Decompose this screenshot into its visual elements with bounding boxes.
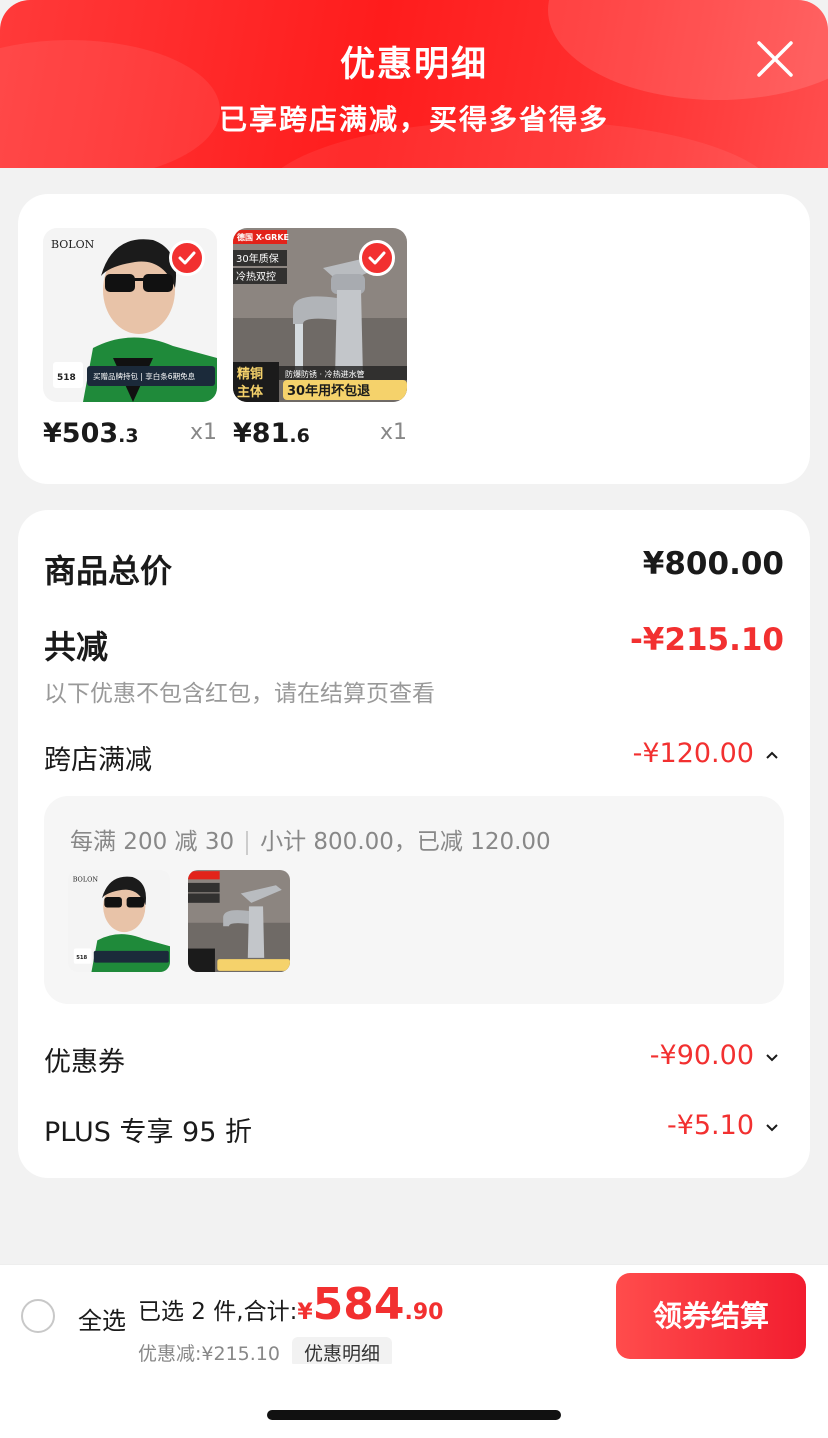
product-item[interactable]: BOLON 518 买赠品牌持包 | 享白条6期免息 ¥503.3 x1	[43, 228, 217, 449]
svg-text:防爆防锈 · 冷热进水管: 防爆防锈 · 冷热进水管	[285, 369, 365, 379]
svg-text:30年用坏包退: 30年用坏包退	[287, 383, 370, 399]
cross-store-rule: 每满 200 减 30 小计 800.00，已减 120.00	[70, 829, 551, 855]
selected-products-card: BOLON 518 买赠品牌持包 | 享白条6期免息 ¥503.3 x1 德国 …	[18, 194, 810, 484]
selected-check-icon	[169, 240, 205, 276]
mini-product-image-faucet[interactable]	[188, 870, 290, 972]
svg-text:德国 X-GRKE: 德国 X-GRKE	[237, 232, 289, 242]
product-price: ¥81.6	[233, 418, 310, 449]
discount-summary-card: 商品总价 ¥800.00 共减 -¥215.10 以下优惠不包含红包，请在结算页…	[18, 510, 810, 1178]
chevron-down-icon	[766, 1123, 778, 1131]
plus-discount-label: PLUS 专享 95 折	[44, 1117, 252, 1148]
product-price: ¥503.3	[43, 418, 139, 449]
page-subtitle: 已享跨店满减，买得多省得多	[218, 103, 609, 136]
product-image-faucet[interactable]: 德国 X-GRKE 30年质保 冷热双控 精铜 主体 防爆防锈 · 冷热进水管 …	[233, 228, 407, 402]
coupon-toggle[interactable]: -¥90.00	[650, 1040, 780, 1071]
select-all-label[interactable]: 全选	[78, 1301, 126, 1336]
home-indicator-area	[0, 1364, 828, 1438]
checkout-bar: 全选 已选 2 件,合计:¥584.90 优惠减:¥215.10 优惠明细 领券结…	[0, 1264, 828, 1368]
svg-text:买赠品牌持包 | 享白条6期免息: 买赠品牌持包 | 享白条6期免息	[93, 371, 196, 381]
svg-text:30年质保: 30年质保	[236, 252, 279, 265]
plus-discount-value: -¥5.10	[666, 1110, 754, 1141]
svg-text:518: 518	[76, 955, 87, 961]
mini-product-image-sunglasses[interactable]: BOLON 518	[68, 870, 170, 972]
selected-check-icon	[359, 240, 395, 276]
cross-store-label: 跨店满减	[44, 745, 152, 776]
cross-store-toggle[interactable]: -¥120.00	[633, 738, 780, 769]
chevron-down-icon	[766, 1053, 778, 1061]
svg-text:主体: 主体	[237, 384, 264, 400]
cross-store-value: -¥120.00	[632, 738, 754, 769]
select-all-radio[interactable]	[21, 1299, 55, 1333]
discount-amount: 优惠减:¥215.10	[138, 1343, 280, 1365]
cross-store-rule-box: 每满 200 减 30 小计 800.00，已减 120.00 BOLON 518	[44, 796, 784, 1004]
page-title: 优惠明细	[339, 45, 488, 85]
total-reduce-label: 共减	[44, 628, 109, 666]
svg-text:518: 518	[57, 373, 76, 383]
plus-discount-toggle[interactable]: -¥5.10	[667, 1110, 780, 1141]
svg-text:精铜: 精铜	[237, 366, 263, 382]
home-indicator[interactable]	[267, 1410, 561, 1420]
checkout-button[interactable]: 领券结算	[616, 1273, 806, 1359]
brand-mark: BOLON	[51, 238, 95, 251]
total-reduce-value: -¥215.10	[629, 622, 784, 658]
close-icon[interactable]	[756, 40, 794, 78]
product-item[interactable]: 德国 X-GRKE 30年质保 冷热双控 精铜 主体 防爆防锈 · 冷热进水管 …	[233, 228, 407, 449]
reduce-hint: 以下优惠不包含红包，请在结算页查看	[44, 681, 435, 707]
svg-text:BOLON: BOLON	[73, 876, 99, 884]
coupon-label: 优惠券	[44, 1047, 125, 1078]
chevron-up-icon	[766, 751, 778, 759]
discount-detail-header: 优惠明细 已享跨店满减，买得多省得多	[0, 0, 828, 168]
product-image-sunglasses[interactable]: BOLON 518 买赠品牌持包 | 享白条6期免息	[43, 228, 217, 402]
total-price-value: ¥800.00	[642, 546, 784, 582]
svg-text:冷热双控: 冷热双控	[236, 270, 276, 283]
product-quantity: x1	[379, 420, 407, 445]
product-quantity: x1	[189, 420, 217, 445]
total-price-label: 商品总价	[44, 552, 173, 590]
coupon-value: -¥90.00	[649, 1040, 754, 1071]
selected-total: 已选 2 件,合计:¥584.90	[138, 1279, 444, 1330]
